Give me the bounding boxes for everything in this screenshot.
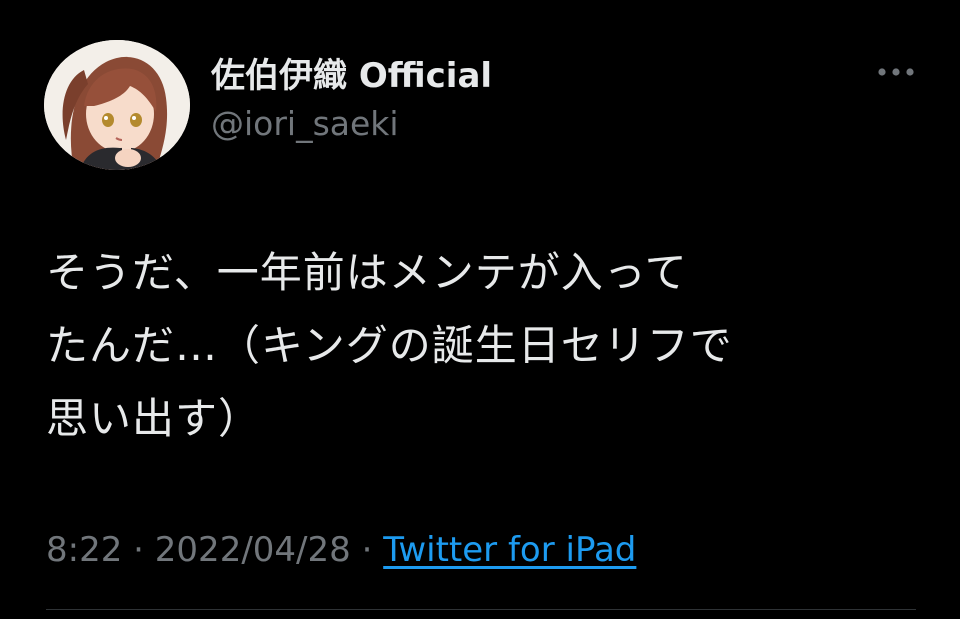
author-handle[interactable]: @iori_saeki [211,104,399,143]
more-horizontal-icon [878,68,914,76]
avatar[interactable] [44,40,190,170]
author-display-name[interactable]: 佐伯伊織 Official [211,48,492,97]
divider [46,609,916,610]
tweet-source-link[interactable]: Twitter for iPad [383,530,636,570]
tweet-time[interactable]: 8:22 [46,530,122,570]
meta-separator: · [133,530,144,570]
tweet-date[interactable]: 2022/04/28 [155,530,351,570]
meta-separator: · [361,530,373,570]
more-options-button[interactable] [872,56,920,88]
tweet-metadata: 8:22 · 2022/04/28 · Twitter for iPad [46,530,636,570]
avatar-illustration [44,40,190,170]
tweet-text: そうだ、一年前はメンテが入って たんだ…（キングの誕生日セリフで 思い出す） [46,248,733,443]
